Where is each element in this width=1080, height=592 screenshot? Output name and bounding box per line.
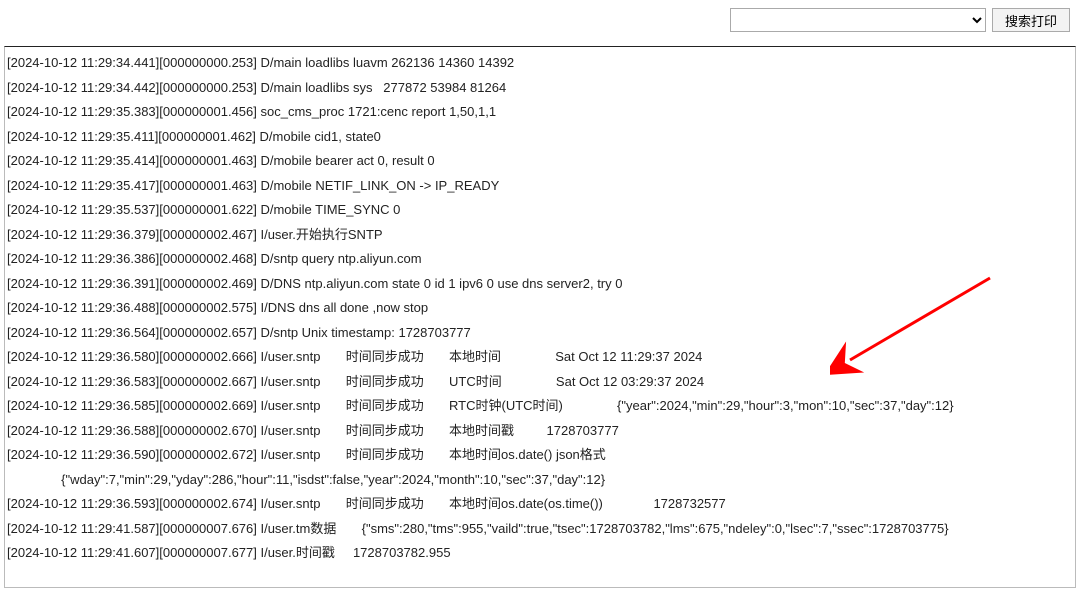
log-line: [2024-10-12 11:29:35.537][000000001.622]… [7,198,1073,223]
log-line: [2024-10-12 11:29:41.587][000000007.676]… [7,517,1073,542]
search-print-button[interactable]: 搜索打印 [992,8,1070,32]
log-line: {"wday":7,"min":29,"yday":286,"hour":11,… [7,468,1073,493]
log-line: [2024-10-12 11:29:36.488][000000002.575]… [7,296,1073,321]
log-line: [2024-10-12 11:29:34.442][000000000.253]… [7,76,1073,101]
log-line: [2024-10-12 11:29:36.590][000000002.672]… [7,443,1073,468]
log-output: [2024-10-12 11:29:34.441][000000000.253]… [4,46,1076,588]
log-line: [2024-10-12 11:29:35.414][000000001.463]… [7,149,1073,174]
log-line: [2024-10-12 11:29:35.417][000000001.463]… [7,174,1073,199]
log-line: [2024-10-12 11:29:36.391][000000002.469]… [7,272,1073,297]
log-line: [2024-10-12 11:29:34.441][000000000.253]… [7,51,1073,76]
log-line: [2024-10-12 11:29:36.580][000000002.666]… [7,345,1073,370]
search-select[interactable] [730,8,986,32]
log-line: [2024-10-12 11:29:35.383][000000001.456]… [7,100,1073,125]
log-line: [2024-10-12 11:29:36.386][000000002.468]… [7,247,1073,272]
log-line: [2024-10-12 11:29:36.585][000000002.669]… [7,394,1073,419]
log-line: [2024-10-12 11:29:36.588][000000002.670]… [7,419,1073,444]
toolbar: 搜索打印 [730,8,1070,32]
log-line: [2024-10-12 11:29:41.607][000000007.677]… [7,541,1073,566]
log-line: [2024-10-12 11:29:35.411][000000001.462]… [7,125,1073,150]
log-line: [2024-10-12 11:29:36.593][000000002.674]… [7,492,1073,517]
log-line: [2024-10-12 11:29:36.564][000000002.657]… [7,321,1073,346]
log-line: [2024-10-12 11:29:36.379][000000002.467]… [7,223,1073,248]
log-line: [2024-10-12 11:29:36.583][000000002.667]… [7,370,1073,395]
